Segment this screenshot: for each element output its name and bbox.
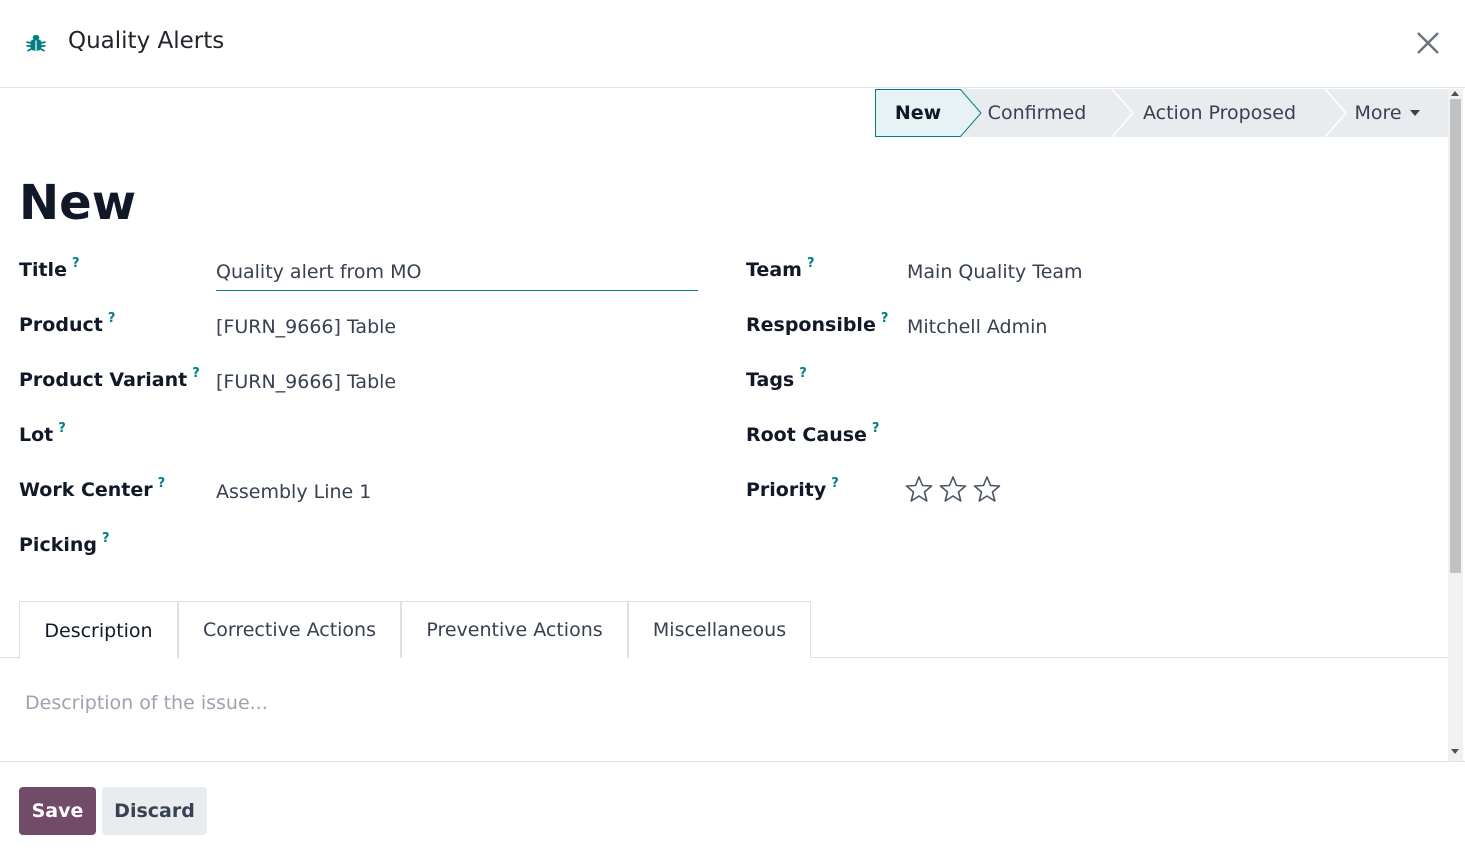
tags-field[interactable] — [907, 371, 1407, 397]
responsible-label: Responsible? — [746, 311, 889, 336]
help-icon[interactable]: ? — [807, 256, 815, 271]
star-icon[interactable] — [973, 475, 1001, 503]
stage-confirmed[interactable]: Confirmed — [961, 89, 1113, 137]
help-icon[interactable]: ? — [58, 421, 66, 436]
dialog-header: Quality Alerts — [0, 0, 1465, 88]
help-icon[interactable]: ? — [799, 366, 807, 381]
tab-corrective-actions[interactable]: Corrective Actions — [178, 601, 401, 658]
star-icon[interactable] — [905, 475, 933, 503]
help-icon[interactable]: ? — [158, 476, 166, 491]
bug-icon — [26, 34, 46, 52]
star-icon[interactable] — [939, 475, 967, 503]
close-icon[interactable] — [1414, 29, 1442, 57]
form-sheet: More Action Proposed Confirmed New New T… — [0, 89, 1448, 761]
product-field[interactable]: [FURN_9666] Table — [216, 316, 396, 338]
responsible-field[interactable]: Mitchell Admin — [907, 316, 1047, 338]
stage-separator — [1112, 89, 1134, 137]
work-center-label: Work Center? — [19, 476, 166, 501]
caret-down-icon — [1409, 110, 1420, 116]
save-button[interactable]: Save — [19, 787, 96, 835]
priority-label: Priority? — [746, 476, 839, 501]
product-variant-label: Product Variant? — [19, 366, 200, 391]
dialog-title: Quality Alerts — [68, 28, 225, 54]
title-label: Title? — [19, 256, 80, 281]
stage-new[interactable]: New — [875, 89, 961, 137]
lot-label: Lot? — [19, 421, 66, 446]
product-variant-field[interactable]: [FURN_9666] Table — [216, 371, 396, 393]
tab-miscellaneous[interactable]: Miscellaneous — [628, 601, 811, 658]
description-editor[interactable]: Description of the issue... — [25, 692, 268, 714]
team-label: Team? — [746, 256, 815, 281]
lot-field[interactable] — [216, 426, 696, 452]
help-icon[interactable]: ? — [108, 311, 116, 326]
picking-label: Picking? — [19, 531, 110, 556]
statusbar: More Action Proposed Confirmed New — [875, 89, 1448, 137]
work-center-field[interactable]: Assembly Line 1 — [216, 481, 371, 503]
scrollbar[interactable] — [1448, 89, 1463, 761]
help-icon[interactable]: ? — [192, 366, 200, 381]
scroll-down-icon[interactable] — [1451, 749, 1459, 754]
help-icon[interactable]: ? — [881, 311, 889, 326]
picking-field[interactable] — [216, 536, 696, 562]
team-field[interactable]: Main Quality Team — [907, 261, 1083, 283]
notebook-tabs: Description Corrective Actions Preventiv… — [0, 601, 1448, 659]
scroll-up-icon[interactable] — [1451, 91, 1459, 96]
tags-label: Tags? — [746, 366, 807, 391]
product-label: Product? — [19, 311, 116, 336]
record-name: New — [19, 175, 137, 231]
stage-separator — [1325, 89, 1347, 137]
root-cause-label: Root Cause? — [746, 421, 880, 446]
dialog-footer: Save Discard — [0, 761, 1465, 856]
stage-separator — [960, 89, 982, 137]
root-cause-field[interactable] — [907, 426, 1407, 452]
more-label: More — [1354, 102, 1402, 124]
priority-stars — [905, 475, 1001, 503]
stage-action-proposed[interactable]: Action Proposed — [1113, 89, 1326, 137]
tab-preventive-actions[interactable]: Preventive Actions — [401, 601, 628, 658]
scroll-thumb[interactable] — [1450, 99, 1461, 573]
title-input[interactable]: Quality alert from MO — [216, 257, 698, 291]
help-icon[interactable]: ? — [872, 421, 880, 436]
help-icon[interactable]: ? — [102, 531, 110, 546]
help-icon[interactable]: ? — [72, 256, 80, 271]
help-icon[interactable]: ? — [831, 476, 839, 491]
tab-description[interactable]: Description — [19, 601, 178, 659]
discard-button[interactable]: Discard — [102, 787, 207, 835]
